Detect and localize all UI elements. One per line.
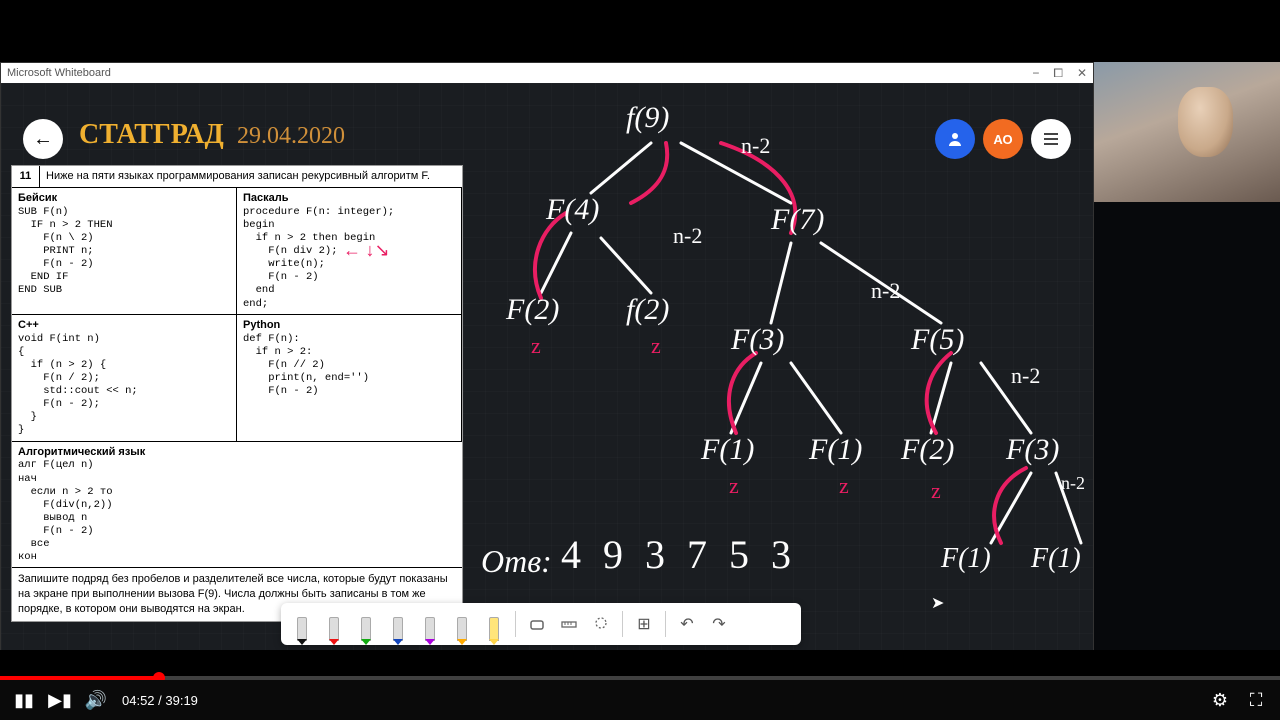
node-f1c: F(1) xyxy=(941,543,991,575)
window-maximize[interactable]: ⧠ xyxy=(1053,66,1063,81)
python-title: Python xyxy=(243,319,280,331)
lasso-button[interactable] xyxy=(588,611,614,637)
python-code: def F(n): if n > 2: F(n // 2) print(n, e… xyxy=(243,333,455,399)
node-f9: f(9) xyxy=(626,101,669,135)
participant-avatar-ao[interactable]: АО xyxy=(983,119,1023,159)
alg-title: Алгоритмический язык xyxy=(18,446,145,458)
redo-button[interactable]: ↷ xyxy=(706,611,732,637)
label-z1: z xyxy=(531,333,541,359)
cpp-title: С++ xyxy=(18,319,39,331)
presenter-webcam xyxy=(1094,62,1280,202)
alg-code: алг F(цел n) нач если n > 2 то F(div(n,2… xyxy=(18,459,456,564)
highlighter-yellow[interactable] xyxy=(481,607,507,641)
window-titlebar: Microsoft Whiteboard − ⧠ ✕ xyxy=(1,63,1093,83)
pen-red[interactable] xyxy=(321,607,347,641)
answer-label: Отв: xyxy=(481,543,552,580)
add-button[interactable]: ⊞ xyxy=(631,611,657,637)
label-nm2-e: n-2 xyxy=(1061,473,1085,494)
label-nm2-c: n-2 xyxy=(871,278,900,304)
next-button[interactable]: ▶▮ xyxy=(50,690,70,710)
node-f5: F(5) xyxy=(911,323,964,357)
window-minimize[interactable]: − xyxy=(1032,66,1039,81)
node-f1b: F(1) xyxy=(809,433,862,467)
label-z2: z xyxy=(651,333,661,359)
node-f2a: F(2) xyxy=(506,293,559,327)
settings-button[interactable]: ⚙ xyxy=(1210,690,1230,710)
board-title: СТАТГРАД xyxy=(79,119,224,151)
whiteboard-canvas[interactable]: ← СТАТГРАД 29.04.2020 АО 11 Ниже на пяти… xyxy=(1,83,1093,651)
cpp-code: void F(int n) { if (n > 2) { F(n / 2); s… xyxy=(18,333,230,438)
node-f1d: F(1) xyxy=(1031,543,1081,575)
ruler-button[interactable] xyxy=(556,611,582,637)
board-menu-button[interactable] xyxy=(1031,119,1071,159)
label-nm2-d: n-2 xyxy=(1011,363,1040,389)
mouse-cursor-icon: ➤ xyxy=(931,593,945,611)
pen-black[interactable] xyxy=(289,607,315,641)
answer-value: 4 9 3 7 5 3 xyxy=(561,531,797,578)
participant-avatar-self[interactable] xyxy=(935,119,975,159)
label-z5: z xyxy=(931,478,941,504)
pen-orange[interactable] xyxy=(449,607,475,641)
back-arrow-icon: ← xyxy=(33,128,53,151)
node-f3a: F(3) xyxy=(731,323,784,357)
label-z3: z xyxy=(729,473,739,499)
basic-code: SUB F(n) IF n > 2 THEN F(n \ 2) PRINT n;… xyxy=(18,206,230,298)
undo-button[interactable]: ↶ xyxy=(674,611,700,637)
pen-purple[interactable] xyxy=(417,607,443,641)
menu-icon xyxy=(1044,133,1058,145)
problem-card: 11 Ниже на пяти языках программирования … xyxy=(11,165,463,622)
eraser-button[interactable] xyxy=(524,611,550,637)
video-controls: ▮▮ ▶▮ 🔊 04:52 / 39:19 ⚙ ⛶ xyxy=(0,680,1280,720)
whiteboard-window: Microsoft Whiteboard − ⧠ ✕ ← СТАТГРАД 29… xyxy=(0,62,1094,652)
fullscreen-button[interactable]: ⛶ xyxy=(1246,690,1266,710)
problem-intro: Ниже на пяти языках программирования зап… xyxy=(40,166,462,187)
node-f7: F(7) xyxy=(771,203,824,237)
window-title: Microsoft Whiteboard xyxy=(7,67,111,79)
basic-title: Бейсик xyxy=(18,192,57,204)
person-icon xyxy=(947,131,963,147)
node-f1a: F(1) xyxy=(701,433,754,467)
node-f2b: f(2) xyxy=(626,293,669,327)
problem-number: 11 xyxy=(12,166,40,187)
node-f3b: F(3) xyxy=(1006,433,1059,467)
label-nm2-a: n-2 xyxy=(741,133,770,159)
back-button[interactable]: ← xyxy=(23,119,63,159)
volume-button[interactable]: 🔊 xyxy=(86,690,106,710)
label-z4: z xyxy=(839,473,849,499)
whiteboard-toolbar: ⊞ ↶ ↷ xyxy=(281,603,801,645)
pen-blue[interactable] xyxy=(385,607,411,641)
pascal-title: Паскаль xyxy=(243,192,289,204)
board-date: 29.04.2020 xyxy=(237,123,345,150)
node-f2c: F(2) xyxy=(901,433,954,467)
window-close[interactable]: ✕ xyxy=(1077,66,1087,81)
node-f4: F(4) xyxy=(546,193,599,227)
play-pause-button[interactable]: ▮▮ xyxy=(14,690,34,710)
pen-green[interactable] xyxy=(353,607,379,641)
label-nm2-b: n-2 xyxy=(673,223,702,249)
pascal-code: procedure F(n: integer); begin if n > 2 … xyxy=(243,206,455,311)
time-display: 04:52 / 39:19 xyxy=(122,693,198,708)
